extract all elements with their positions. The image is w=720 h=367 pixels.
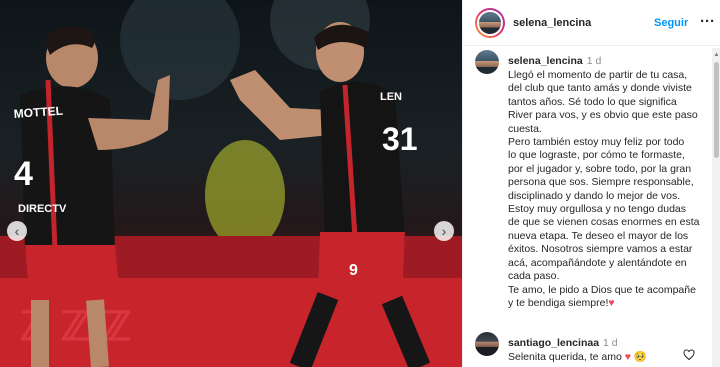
prev-photo-button[interactable]: ‹ — [7, 221, 27, 241]
reply-time: 1 d — [603, 337, 618, 349]
caption-line: cuesta. — [508, 122, 542, 135]
author-avatar[interactable] — [475, 7, 505, 38]
heart-icon: ♥ — [608, 296, 615, 309]
caption-line: éxitos. Nosotros siempre vamos a estar — [508, 243, 693, 256]
caption-line: Te amo, le pido a Dios que te acompañe — [508, 283, 696, 296]
caption-line: persona que sos. Siempre responsable, — [508, 176, 694, 189]
author-username[interactable]: selena_lencina — [513, 17, 591, 29]
post-side-panel: selena_lencina Seguir ··· selena_lencina… — [462, 0, 720, 367]
comments-scrollbar[interactable]: ▲ — [712, 48, 720, 367]
reply-avatar[interactable] — [475, 332, 499, 356]
reply-comment: santiago_lencinaa 1 d Selenita querida, t… — [475, 332, 711, 366]
scroll-up-icon[interactable]: ▲ — [712, 52, 720, 58]
jersey-number-left: 4 — [14, 155, 33, 193]
caption-line: lo que lograste, por cómo te formaste, — [508, 149, 685, 162]
reply-header: santiago_lencinaa 1 d — [508, 337, 618, 349]
comments-list[interactable]: selena_lencina 1 d Llegó el momento de pa… — [463, 47, 711, 367]
caption-line: por el jugador y, sobre todo, por la gra… — [508, 162, 692, 175]
jersey-sponsor-left: DIRECTV — [18, 203, 67, 215]
caption-line: Pero también estoy muy feliz por todo — [508, 136, 685, 149]
shorts-number-right: 9 — [349, 262, 358, 279]
post-header: selena_lencina Seguir ··· — [463, 0, 720, 46]
caption-last-line: y te bendiga siempre! — [508, 296, 609, 309]
like-comment-heart-icon[interactable] — [683, 349, 695, 361]
caption-line: disciplinado y dando lo mejor de vos. — [508, 189, 681, 202]
more-options-icon[interactable]: ··· — [700, 13, 715, 30]
follow-button[interactable]: Seguir — [654, 17, 688, 29]
caption-line: acá, acompañándote y alentándote en — [508, 256, 687, 269]
jersey-name-right: LEN — [380, 91, 402, 103]
caption-line: River para vos, y es obvio que este paso — [508, 109, 698, 122]
caption-time: 1 d — [586, 55, 602, 67]
caption-line: del club que tanto amás y donde viviste — [508, 82, 692, 95]
caption-line: tantos años. Sé todo lo que significa — [508, 95, 677, 108]
caption-line: Llegó el momento de partir de tu casa, — [508, 69, 688, 81]
caption-text: Llegó el momento de partir de tu casa, d… — [508, 69, 709, 310]
caption-username[interactable]: selena_lencina — [508, 55, 583, 67]
scroll-thumb[interactable] — [714, 62, 719, 158]
next-photo-button[interactable]: › — [434, 221, 454, 241]
chevron-right-icon: › — [441, 223, 447, 239]
caption-avatar[interactable] — [475, 50, 499, 74]
caption-header: selena_lencina 1 d — [508, 55, 601, 67]
jersey-number-right: 31 — [382, 121, 418, 157]
post-photo[interactable]: ℤ ℤ ℤ MOTTEL 4 DIRECTV 31 LEN 9 ‹ › — [0, 0, 462, 367]
reply-message: Selenita querida, te amo — [508, 351, 622, 363]
caption-comment: selena_lencina 1 d Llegó el momento de pa… — [475, 50, 711, 320]
caption-line: cada paso. — [508, 270, 560, 283]
reply-emojis: ♥ 🥺 — [624, 351, 647, 363]
caption-line: y te bendiga siempre!♥ — [508, 297, 709, 310]
reply-text: Selenita querida, te amo ♥ 🥺 — [508, 351, 709, 364]
reply-username[interactable]: santiago_lencinaa — [508, 337, 599, 349]
caption-line: de que se vienen cosas enormes en esta — [508, 216, 700, 229]
chevron-left-icon: ‹ — [14, 223, 20, 239]
caption-line: Estoy muy orgullosa y no tengo dudas — [508, 203, 687, 216]
caption-line: nueva etapa. Te deseo el mayor de los — [508, 229, 689, 242]
photo-scene: ℤ ℤ ℤ MOTTEL 4 DIRECTV 31 LEN 9 — [0, 0, 462, 367]
